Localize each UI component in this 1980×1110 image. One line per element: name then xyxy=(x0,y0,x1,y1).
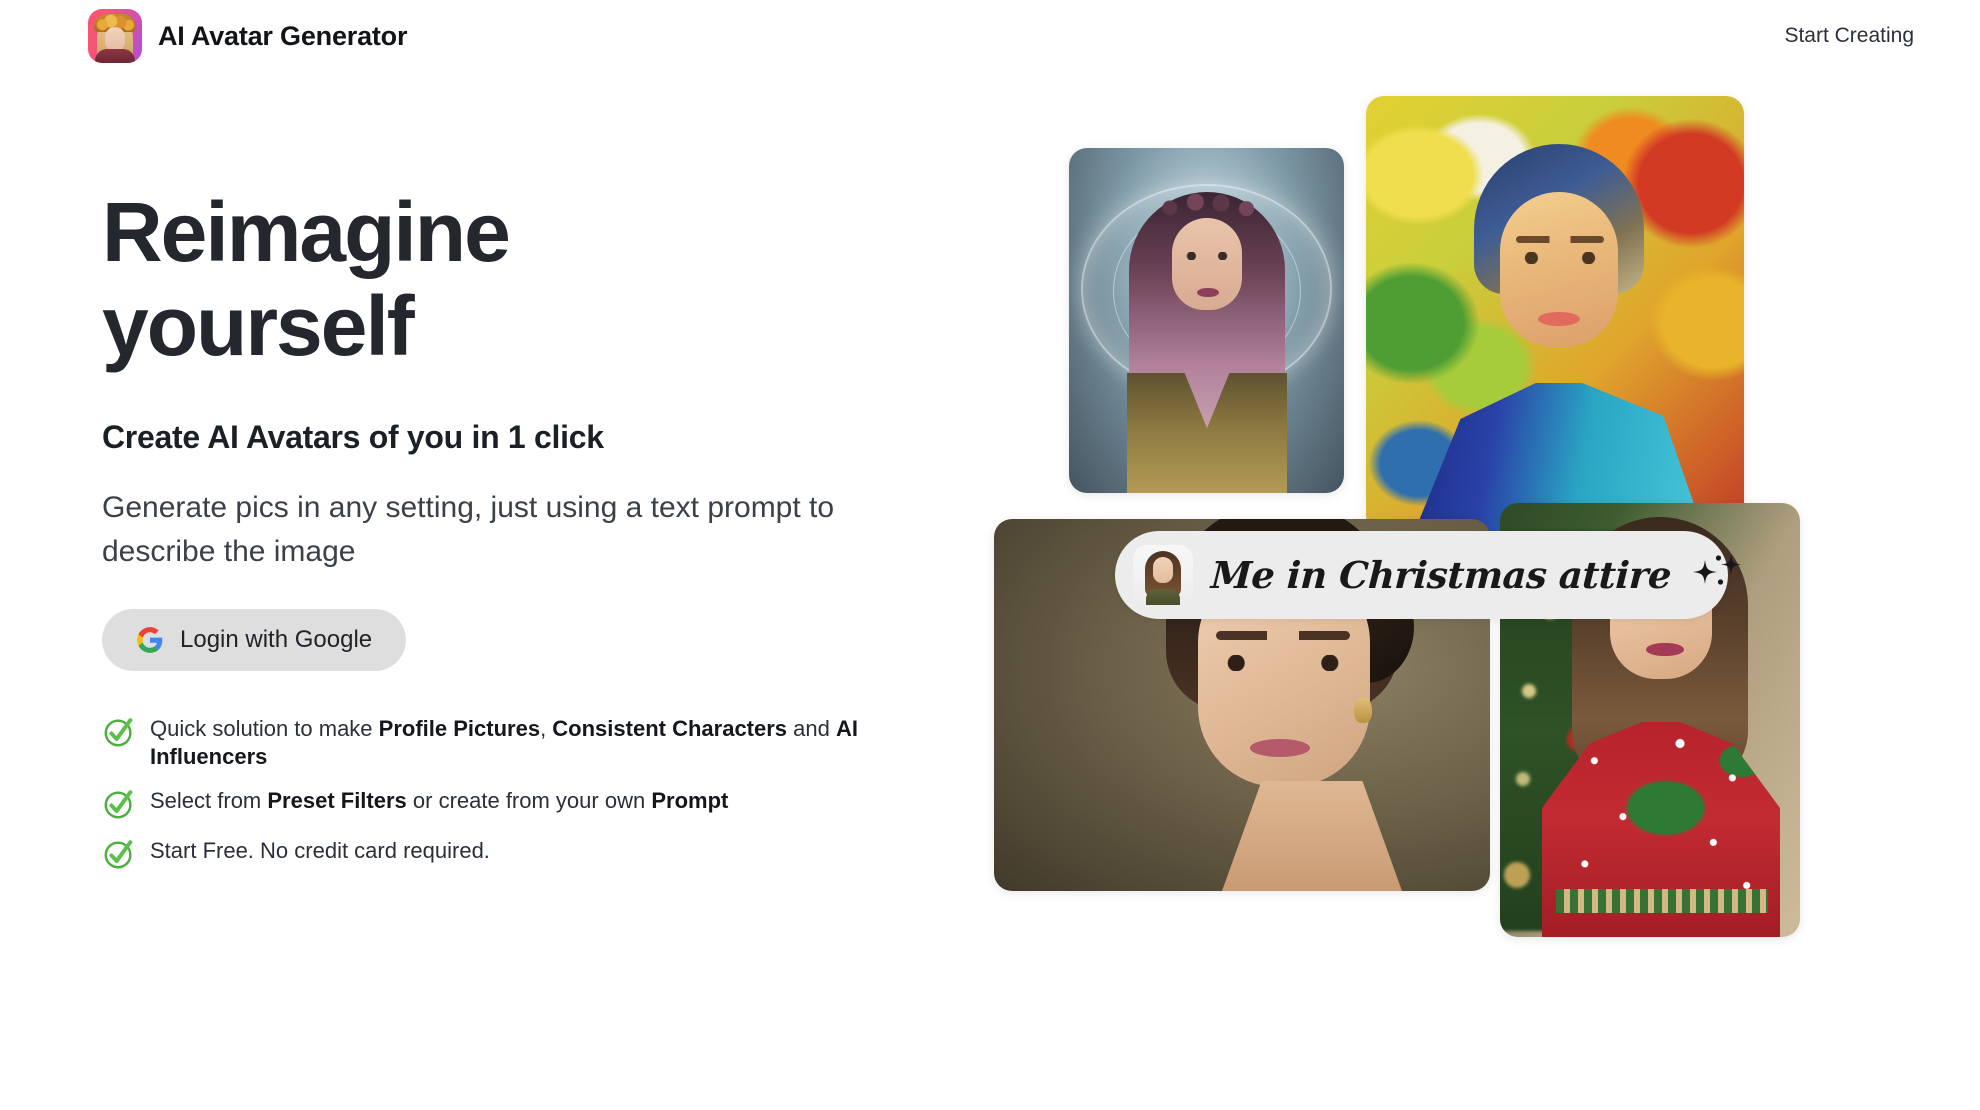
feature-text-2: Select from Preset Filters or create fro… xyxy=(150,785,728,815)
fantasy-lips-shape xyxy=(1197,288,1219,297)
fantasy-eyes-shape xyxy=(1181,252,1233,260)
hero-text-column: Reimagine yourself Create AI Avatars of y… xyxy=(102,185,962,885)
login-with-google-button[interactable]: Login with Google xyxy=(102,609,407,672)
photo-fantasy-portrait[interactable] xyxy=(1069,148,1344,493)
green-check-circle-icon xyxy=(104,718,133,747)
brand-logo-link[interactable]: AI Avatar Generator xyxy=(88,9,407,63)
feature-highlight: Preset Filters xyxy=(267,788,407,814)
app-logo-avatar-icon xyxy=(88,9,142,63)
login-with-google-label: Login with Google xyxy=(180,626,373,654)
painterly-lips-shape xyxy=(1538,312,1580,326)
page-title-line-1: Reimagine xyxy=(102,185,511,279)
google-g-icon xyxy=(137,627,163,653)
christmas-lips-shape xyxy=(1646,643,1684,656)
hero-subtitle: Create AI Avatars of you in 1 click xyxy=(102,419,604,456)
elegant-lips-shape xyxy=(1250,739,1310,757)
prompt-preview-pill[interactable]: Me in Christmas attire xyxy=(1115,531,1742,619)
feature-plain-text: , xyxy=(540,716,553,742)
logo-body-shape xyxy=(95,49,135,63)
feature-text-3: Start Free. No credit card required. xyxy=(150,835,490,865)
pill-avatar-body-shape xyxy=(1146,589,1180,605)
elegant-eyes-shape xyxy=(1218,655,1348,671)
elegant-earring-shape xyxy=(1354,697,1372,723)
logo-face-shape xyxy=(105,27,125,51)
feature-highlight: Consistent Characters xyxy=(552,716,788,742)
painterly-eyes-shape xyxy=(1518,252,1602,264)
feature-highlight: Profile Pictures xyxy=(378,716,541,742)
feature-list: Quick solution to make Profile Pictures,… xyxy=(102,713,962,871)
hero-description: Generate pics in any setting, just using… xyxy=(102,491,835,568)
brand-title: AI Avatar Generator xyxy=(158,20,408,51)
fantasy-crown-shape xyxy=(1149,190,1265,220)
feature-highlight: Prompt xyxy=(651,788,729,814)
christmas-belt-shape xyxy=(1556,889,1768,913)
feature-plain-text: Start Free. No credit card required. xyxy=(150,838,490,864)
page-title-line-2: yourself xyxy=(102,279,415,374)
list-item: Quick solution to make Profile Pictures,… xyxy=(102,713,962,771)
user-reference-photo-icon xyxy=(1133,545,1193,605)
green-check-circle-icon xyxy=(104,790,133,819)
sparkles-icon xyxy=(1693,554,1742,585)
green-check-circle-icon xyxy=(104,840,133,869)
prompt-text: Me in Christmas attire xyxy=(1209,553,1673,597)
list-item: Select from Preset Filters or create fro… xyxy=(102,785,962,821)
feature-plain-text: Quick solution to make xyxy=(150,716,379,742)
list-item: Start Free. No credit card required. xyxy=(102,835,962,871)
feature-plain-text: or create from your own xyxy=(406,788,652,814)
elegant-brows-shape xyxy=(1216,631,1350,640)
page-title: Reimagine yourself xyxy=(102,185,742,373)
painterly-brows-shape xyxy=(1516,236,1604,243)
feature-plain-text: Select from xyxy=(150,788,268,814)
feature-text-1: Quick solution to make Profile Pictures,… xyxy=(150,713,962,771)
sample-avatars-collage: Me in Christmas attire xyxy=(960,0,1980,1110)
photo-painterly-portrait[interactable] xyxy=(1366,96,1744,533)
feature-plain-text: and xyxy=(787,716,836,742)
pill-avatar-face-shape xyxy=(1153,557,1173,583)
